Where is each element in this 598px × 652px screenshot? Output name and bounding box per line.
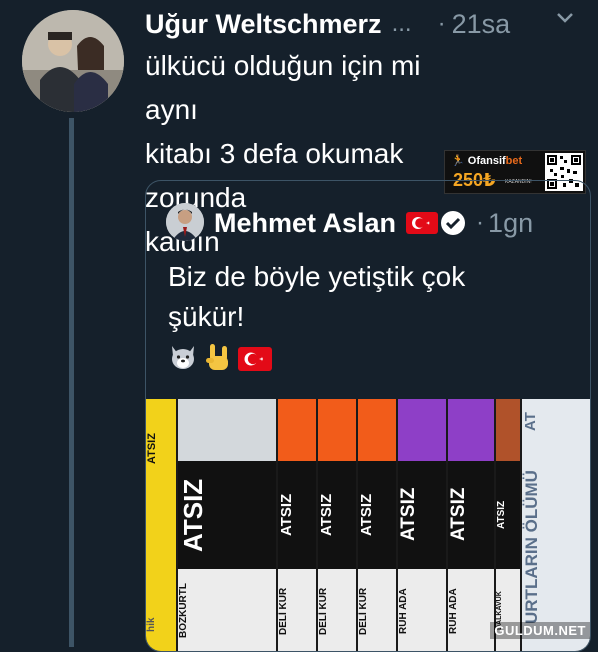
book-spine-title: ATSIZ (146, 433, 158, 465)
chevron-down-icon[interactable] (554, 6, 576, 34)
time-separator: · (437, 10, 446, 37)
book-spine: ATSIZ BOZKURTL (178, 399, 276, 651)
turkey-flag-icon (406, 212, 439, 234)
book-spine: ATSIZ DALKAVUK (496, 399, 520, 651)
tweet-time[interactable]: 21sa (452, 9, 511, 40)
avatar-photo-icon (166, 203, 204, 241)
book-spine-title: ATSIZ (178, 478, 208, 552)
book-spine: ATSIZ hik (146, 399, 176, 651)
site-watermark: GULDUM.NET (490, 622, 590, 639)
ad-brand-b: bet (505, 155, 523, 167)
wolf-emoji-icon (168, 342, 198, 377)
book-spine-subtitle: DELİ KUR (278, 587, 289, 635)
thread-line (69, 118, 74, 647)
book-spine-subtitle: RUH ADA (448, 588, 459, 634)
quoted-tweet-photo[interactable]: ATSIZ hik ATSIZ BOZKURTL ATSIZ DELİ KUR … (146, 399, 590, 651)
turkey-flag-emoji-icon (238, 347, 272, 371)
book-spine: ATSIZ RUH ADA (398, 399, 446, 651)
name-ellipsis: ... (391, 10, 412, 37)
quoted-tweet-header: Mehmet Aslan · 1gn (214, 205, 533, 241)
time-separator: · (476, 209, 485, 236)
ad-brand-a: Ofansif (467, 155, 506, 167)
runner-icon: 🏃 (451, 155, 465, 167)
emoji-row (168, 343, 272, 375)
quoted-author-name[interactable]: Mehmet Aslan (214, 208, 396, 239)
book-spine-title: ATSIZ (358, 493, 375, 537)
book-spine-title: ATSIZ (318, 493, 335, 537)
rock-hand-emoji-icon (204, 342, 232, 377)
book-spine-title: ATSIZ (448, 487, 469, 541)
book-spine-title: ATSIZ (496, 500, 507, 530)
book-spine: AT URTLARIN ÖLÜMÜ (522, 399, 590, 651)
book-spine: ATSIZ DELİ KUR (318, 399, 356, 651)
quoted-tweet-time[interactable]: 1gn (488, 208, 533, 239)
book-spine-subtitle: hik (146, 617, 157, 633)
book-spine-title: ATSIZ (278, 493, 295, 537)
book-spine: ATSIZ DELİ KUR (278, 399, 316, 651)
avatar-photo-icon (22, 10, 124, 112)
author-avatar[interactable] (22, 10, 124, 112)
quoted-author-avatar[interactable] (166, 203, 204, 241)
book-spine-title: AT (522, 412, 539, 432)
ad-brand: 🏃 Ofansifbet (451, 154, 522, 167)
book-spine: ATSIZ DELİ KUR (358, 399, 396, 651)
author-name[interactable]: Uğur Weltschmerz (145, 9, 382, 40)
tweet-header: Uğur Weltschmerz ... · 21sa (145, 6, 595, 42)
book-spine-subtitle: RUH ADA (398, 588, 409, 634)
quoted-tweet-text: Biz de böyle yetiştik çok şükür! (168, 261, 466, 332)
book-spine-subtitle: DELİ KUR (318, 587, 329, 635)
book-spine-title: ATSIZ (398, 487, 419, 541)
quoted-tweet-card[interactable]: Mehmet Aslan · 1gn Biz de böyle yetiştik… (145, 180, 591, 652)
verified-badge-icon (440, 210, 466, 236)
book-spine-subtitle: BOZKURTL (178, 583, 189, 639)
book-spine-subtitle: DELİ KUR (358, 587, 369, 635)
book-spine-subtitle: URTLARIN ÖLÜMÜ (522, 470, 541, 624)
book-spine: ATSIZ RUH ADA (448, 399, 494, 651)
